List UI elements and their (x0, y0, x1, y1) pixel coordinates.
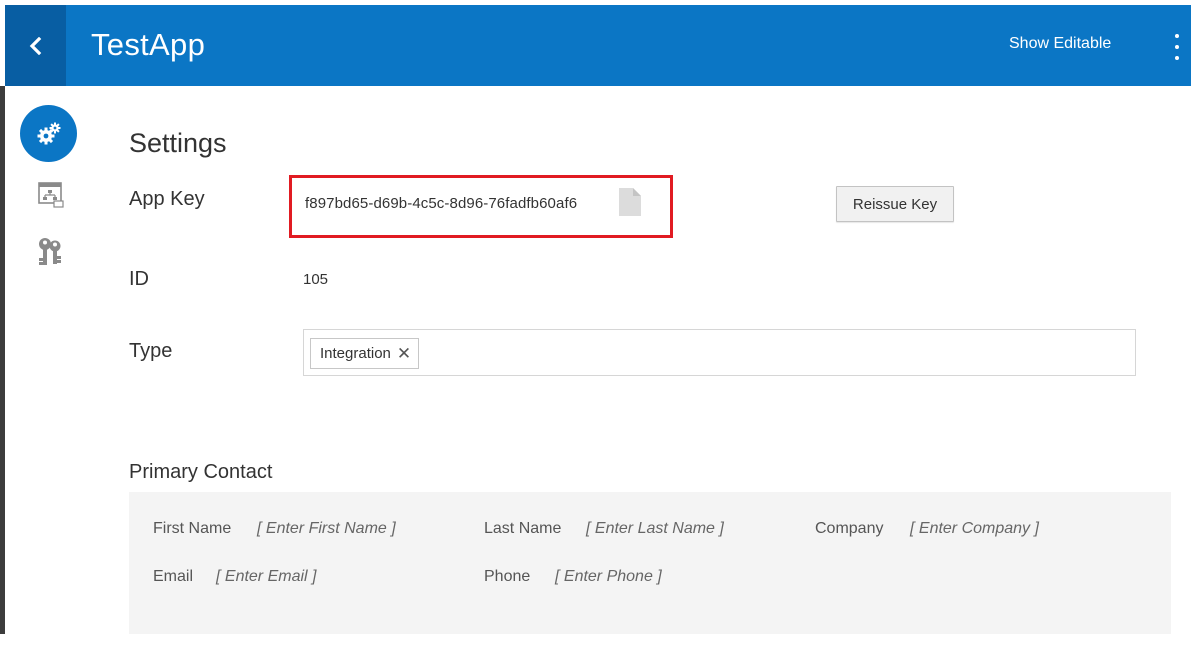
company-label: Company (815, 520, 884, 537)
type-tag-input[interactable]: Integration ✕ (303, 329, 1136, 376)
type-chip-integration: Integration ✕ (310, 338, 420, 369)
type-chip-label: Integration (320, 345, 391, 362)
side-nav-item-settings[interactable] (20, 105, 77, 162)
app-title: TestApp (91, 27, 206, 62)
app-key-value: f897bd65-d69b-4c5c-8d96-76fadfb60af6 (305, 195, 578, 212)
keys-icon (39, 238, 61, 265)
phone-field[interactable]: [ Enter Phone ] (555, 568, 662, 586)
reissue-key-button[interactable]: Reissue Key (836, 186, 954, 222)
kebab-menu-icon[interactable] (1172, 34, 1182, 60)
side-nav-item-app-diagram[interactable] (34, 178, 66, 210)
page-title: Settings (129, 128, 227, 158)
hierarchy-window-icon (38, 182, 64, 208)
chip-remove-icon[interactable]: ✕ (397, 345, 411, 362)
chevron-left-icon (29, 36, 41, 55)
back-button[interactable] (5, 5, 66, 86)
show-editable-link[interactable]: Show Editable (1009, 35, 1111, 53)
id-value: 105 (303, 271, 329, 288)
app-key-label: App Key (129, 188, 205, 210)
side-nav-item-keys[interactable] (34, 236, 66, 268)
last-name-label: Last Name (484, 520, 562, 537)
side-nav (5, 86, 90, 336)
email-label: Email (153, 568, 194, 585)
last-name-field[interactable]: [ Enter Last Name ] (586, 520, 724, 538)
first-name-field[interactable]: [ Enter First Name ] (257, 520, 396, 538)
primary-contact-panel: First Name [ Enter First Name ] Last Nam… (129, 492, 1171, 634)
type-label: Type (129, 340, 173, 362)
first-name-label: First Name (153, 520, 232, 537)
app-header: TestApp Show Editable (5, 5, 1191, 86)
company-field[interactable]: [ Enter Company ] (910, 520, 1039, 538)
app-key-highlight-box: f897bd65-d69b-4c5c-8d96-76fadfb60af6 (289, 175, 673, 238)
primary-contact-title: Primary Contact (129, 461, 273, 483)
phone-label: Phone (484, 568, 531, 585)
email-field[interactable]: [ Enter Email ] (216, 568, 316, 586)
gears-icon (37, 122, 60, 144)
id-label: ID (129, 268, 149, 290)
copy-icon[interactable] (618, 187, 642, 222)
